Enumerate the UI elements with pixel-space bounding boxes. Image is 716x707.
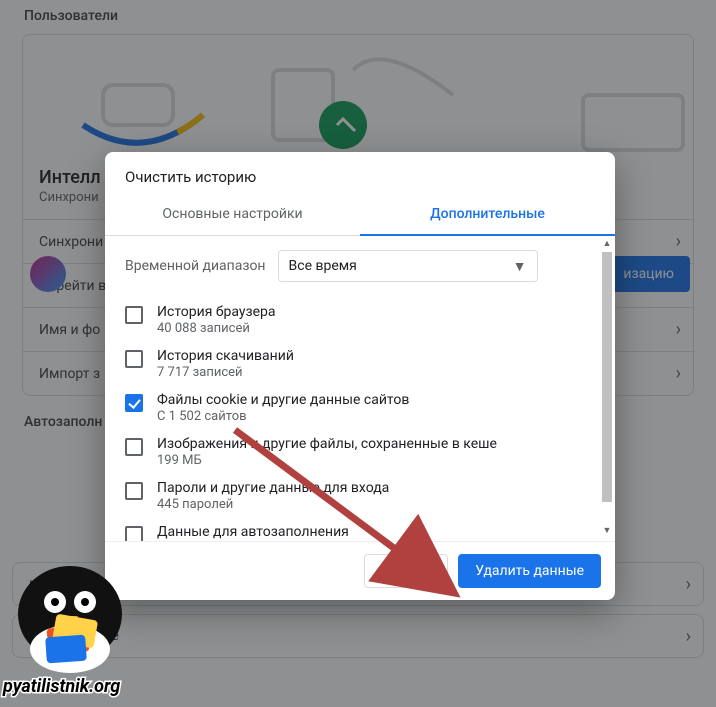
option-title: История скачиваний (157, 348, 294, 364)
option-4[interactable]: Пароли и другие данные для входа445 паро… (125, 474, 615, 518)
option-title: Изображения и другие файлы, сохраненные … (157, 436, 497, 452)
svg-text:pyatilistnik.org: pyatilistnik.org (2, 676, 120, 697)
option-subtitle: С 1 502 сайтов (157, 409, 409, 424)
option-0[interactable]: История браузера40 088 записей (125, 298, 615, 342)
checkbox-1[interactable] (125, 350, 143, 368)
option-3[interactable]: Изображения и другие файлы, сохраненные … (125, 430, 615, 474)
checkbox-4[interactable] (125, 482, 143, 500)
dialog-title: Очистить историю (105, 152, 615, 196)
option-subtitle: 445 паролей (157, 497, 389, 512)
scroll-down-icon[interactable]: ▼ (601, 525, 613, 539)
option-2[interactable]: Файлы cookie и другие данные сайтовС 1 5… (125, 386, 615, 430)
option-subtitle: 199 МБ (157, 453, 497, 468)
time-range-select[interactable]: Все время ▼ (278, 250, 538, 282)
option-title: История браузера (157, 304, 275, 320)
option-title: Данные для автозаполнения (157, 524, 349, 540)
tab-basic[interactable]: Основные настройки (105, 196, 360, 236)
checkbox-3[interactable] (125, 438, 143, 456)
time-range-value: Все время (289, 258, 357, 274)
cancel-button[interactable]: Отмена (364, 554, 448, 588)
clear-history-dialog: Очистить историю Основные настройки Допо… (105, 152, 615, 600)
checkbox-5[interactable] (125, 526, 143, 541)
checkbox-0[interactable] (125, 306, 143, 324)
scroll-up-icon[interactable]: ▲ (601, 238, 613, 252)
scrollbar[interactable]: ▲ ▼ (601, 238, 613, 539)
checkbox-2[interactable] (125, 394, 143, 412)
scroll-thumb[interactable] (602, 252, 612, 502)
option-title: Пароли и другие данные для входа (157, 480, 389, 496)
dropdown-icon: ▼ (513, 258, 527, 275)
dialog-tabs: Основные настройки Дополнительные (105, 196, 615, 236)
tab-advanced[interactable]: Дополнительные (360, 196, 615, 236)
option-1[interactable]: История скачиваний7 717 записей (125, 342, 615, 386)
clear-data-button[interactable]: Удалить данные (458, 554, 601, 588)
option-subtitle: 7 717 записей (157, 365, 294, 380)
time-range-label: Временной диапазон (125, 258, 266, 274)
watermark-logo: pyatilistnik.org (0, 554, 150, 699)
option-title: Файлы cookie и другие данные сайтов (157, 392, 409, 408)
option-5[interactable]: Данные для автозаполнения (125, 518, 615, 541)
option-subtitle: 40 088 записей (157, 321, 275, 336)
